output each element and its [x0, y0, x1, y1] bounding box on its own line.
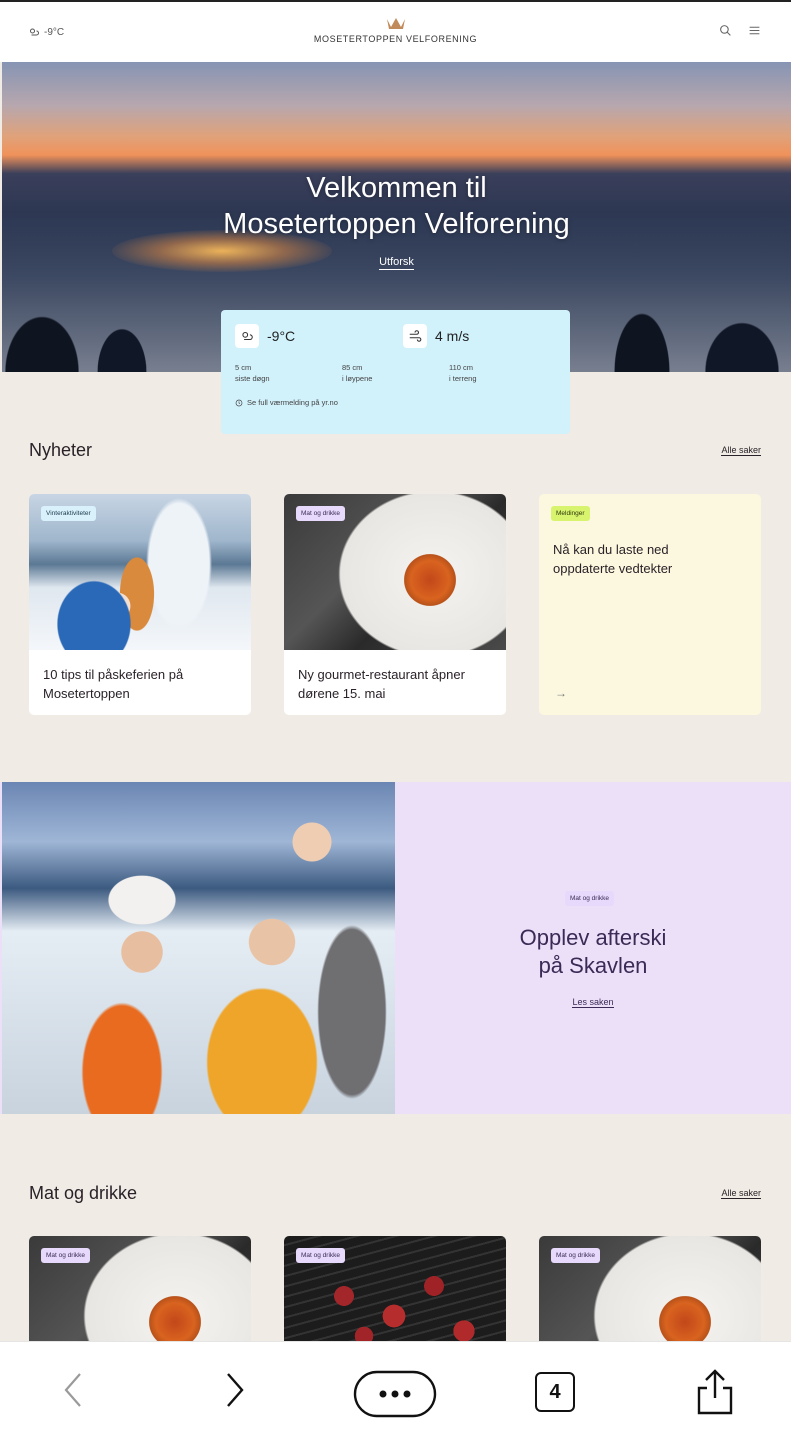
- food-card[interactable]: Mat og drikke: [539, 1236, 761, 1346]
- more-dots-icon: [353, 1370, 437, 1418]
- chevron-right-icon: [227, 1373, 244, 1407]
- news-card[interactable]: Vinteraktiviteter 10 tips til påskeferie…: [29, 494, 251, 715]
- arrow-right-icon: →: [555, 686, 567, 700]
- browser-toolbar: 4: [0, 1341, 791, 1440]
- category-tag: Mat og drikke: [296, 1248, 346, 1263]
- snow-stat: 110 cm i terreng: [449, 363, 477, 383]
- category-tag: Mat og drikke: [551, 1248, 601, 1263]
- share-button[interactable]: [694, 1368, 736, 1416]
- category-tag: Vinteraktiviteter: [41, 506, 96, 521]
- weather-wind: 4 m/s: [435, 328, 470, 344]
- chevron-left-icon: [64, 1373, 81, 1407]
- snow-stat: 85 cm i løypene: [342, 363, 373, 383]
- food-all-link[interactable]: Alle saker: [721, 1188, 761, 1199]
- back-button[interactable]: [58, 1370, 88, 1410]
- food-card[interactable]: Mat og drikke: [284, 1236, 506, 1346]
- food-section-title: Mat og drikke: [29, 1183, 138, 1203]
- share-icon: [697, 1369, 733, 1415]
- search-icon[interactable]: [719, 24, 732, 37]
- news-card-title: 10 tips til påskeferien på Mosetertoppen: [43, 667, 184, 701]
- forecast-link[interactable]: Se full værmelding på yr.no: [235, 398, 556, 407]
- snow-stats: 5 cm siste døgn 85 cm i løypene 110 cm i…: [235, 362, 556, 384]
- more-button[interactable]: [353, 1370, 437, 1418]
- category-tag: Mat og drikke: [565, 891, 615, 906]
- brand-name: MOSETERTOPPEN VELFORENING: [313, 34, 478, 44]
- explore-link[interactable]: Utforsk: [379, 256, 414, 270]
- weather-card: -9°C 4 m/s 5 cm siste døgn 85 cm i løype…: [221, 310, 570, 434]
- category-tag: Mat og drikke: [296, 506, 346, 521]
- news-card[interactable]: Mat og drikke Ny gourmet-restaurant åpne…: [284, 494, 506, 715]
- feature-title: Opplev afterski på Skavlen: [519, 925, 667, 978]
- snow-stat: 5 cm siste døgn: [235, 363, 270, 383]
- site-header: -9°C MOSETERTOPPEN VELFORENING: [0, 0, 791, 62]
- weather-temperature: -9°C: [267, 328, 296, 344]
- forward-button[interactable]: [220, 1370, 250, 1410]
- feature-image: [2, 782, 395, 1114]
- news-card-title: Nå kan du laste ned oppdaterte vedtekter: [553, 542, 673, 576]
- brand-logo[interactable]: MOSETERTOPPEN VELFORENING: [0, 16, 791, 44]
- crown-icon: [386, 18, 405, 29]
- hero-title: Velkommen til Mosetertoppen Velforening: [223, 172, 570, 240]
- news-card-notice[interactable]: Meldinger Nå kan du laste ned oppdaterte…: [539, 494, 761, 715]
- cloud-sun-icon: [242, 331, 253, 341]
- category-tag: Meldinger: [551, 506, 590, 521]
- read-article-link[interactable]: Les saken: [572, 997, 614, 1008]
- feature-banner[interactable]: Mat og drikke Opplev afterski på Skavlen…: [0, 782, 791, 1114]
- header-actions: [719, 24, 761, 37]
- tab-count: 4: [549, 1380, 561, 1403]
- food-card[interactable]: Mat og drikke: [29, 1236, 251, 1346]
- category-tag: Mat og drikke: [41, 1248, 91, 1263]
- menu-icon[interactable]: [748, 24, 761, 37]
- news-section-title: Nyheter: [29, 440, 93, 460]
- wind-icon: [409, 330, 422, 342]
- tabs-button[interactable]: 4: [535, 1372, 575, 1412]
- news-all-link[interactable]: Alle saker: [721, 445, 761, 456]
- news-card-title: Ny gourmet-restaurant åpner dørene 15. m…: [298, 667, 465, 701]
- clock-icon: [235, 399, 243, 406]
